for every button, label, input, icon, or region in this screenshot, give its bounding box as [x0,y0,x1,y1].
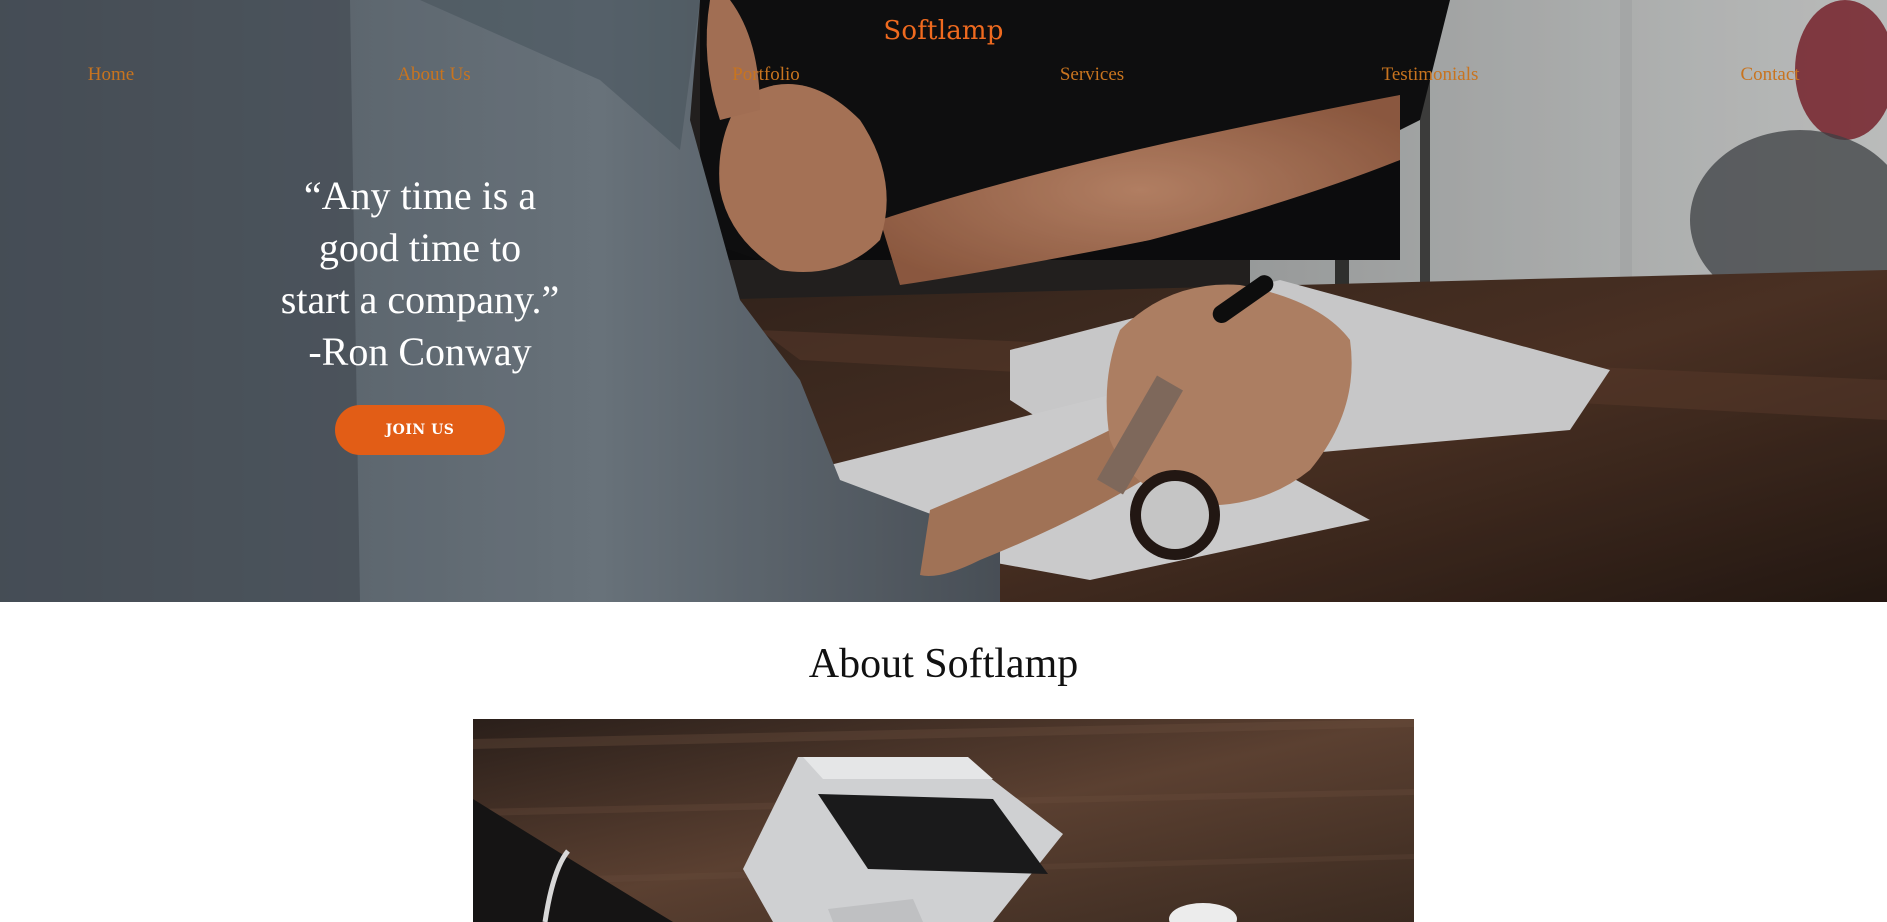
about-laptop-photo [473,719,1414,922]
hero-section: Softlamp Home About Us Portfolio Service… [0,0,1887,602]
nav-item-testimonials[interactable]: Testimonials [1382,64,1479,86]
hero-quote-line: start a company.” [280,277,560,322]
main-nav: Home About Us Portfolio Services Testimo… [0,64,1887,90]
join-us-button[interactable]: JOIN US [335,405,505,455]
nav-item-about-us[interactable]: About Us [397,64,470,86]
brand-logo-text[interactable]: Softlamp [0,16,1887,46]
laptop-on-desk-image [473,719,1414,922]
nav-item-services[interactable]: Services [1060,64,1124,86]
hero-quote: “Any time is a good time to start a comp… [250,170,590,378]
hero-quote-author: -Ron Conway [308,329,532,374]
nav-item-portfolio[interactable]: Portfolio [732,64,800,86]
about-section-title: About Softlamp [808,641,1079,687]
hero-quote-line: “Any time is a [303,173,537,218]
hero-quote-line: good time to [318,225,522,270]
nav-item-home[interactable]: Home [88,64,134,86]
nav-item-contact[interactable]: Contact [1740,64,1799,86]
